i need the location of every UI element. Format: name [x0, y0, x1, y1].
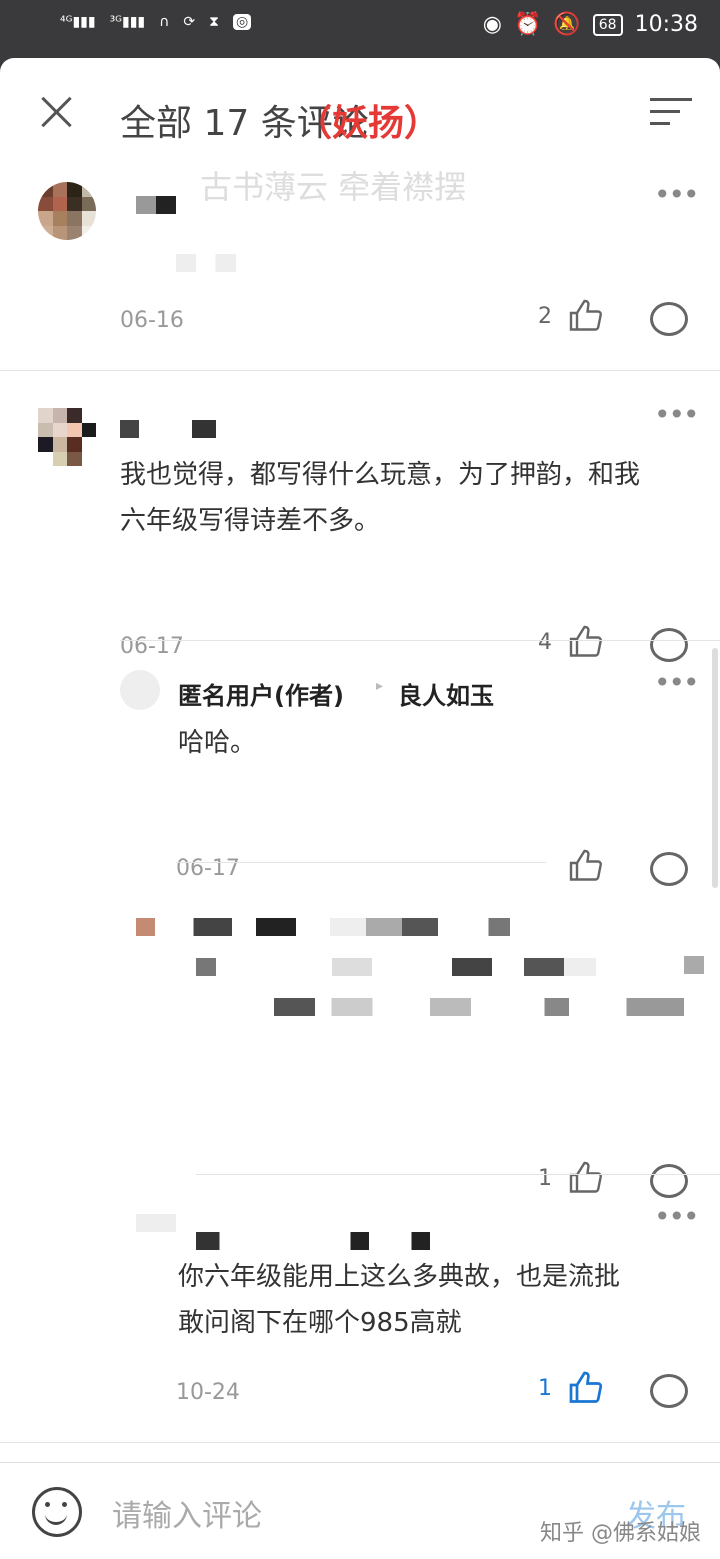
subtitle-overlay: 古书薄云 牵着襟摆 [200, 168, 467, 206]
hourglass-icon: ⧗ [209, 14, 219, 30]
close-icon[interactable] [36, 92, 76, 132]
status-bar: ⁴ᴳ▮▮▮ ³ᴳ▮▮▮ ∩ ⟳ ⧗ ◎ ◉ ⏰ 🔕 68 10:38 [0, 0, 720, 56]
divider [196, 1174, 720, 1175]
signal-icon: ⁴ᴳ▮▮▮ [60, 14, 96, 30]
like-count: 1 [538, 1376, 552, 1401]
avatar[interactable] [38, 182, 96, 240]
comment-text: 我也觉得，都写得什么玩意，为了押韵，和我 六年级写得诗差不多。 [120, 460, 641, 536]
avatar[interactable] [120, 670, 160, 710]
like-count: 4 [538, 630, 552, 655]
scrollbar[interactable] [712, 648, 718, 888]
sort-icon[interactable] [650, 98, 692, 128]
mute-icon: 🔕 [553, 12, 581, 37]
more-icon[interactable]: ••• [654, 1200, 700, 1233]
thumbs-up-icon[interactable] [568, 848, 604, 884]
redacted-name [120, 420, 216, 438]
app-icon: ◎ [232, 14, 252, 30]
clock: 10:38 [634, 12, 698, 37]
more-icon[interactable]: ••• [654, 178, 700, 211]
like-count: 2 [538, 304, 552, 329]
redacted-name [136, 196, 176, 214]
thumbs-up-icon[interactable] [568, 624, 604, 660]
reply-to-name[interactable]: 良人如玉 [398, 676, 494, 711]
redacted-text [196, 958, 596, 976]
redacted-avatar [136, 1214, 176, 1232]
reply-icon[interactable] [650, 1164, 688, 1198]
emoji-icon[interactable] [32, 1487, 82, 1537]
comment-date: 06-17 [120, 634, 184, 659]
reply-icon[interactable] [650, 302, 688, 336]
alarm-icon: ⏰ [513, 12, 542, 37]
avatar[interactable] [38, 408, 96, 466]
signal-3g-icon: ³ᴳ▮▮▮ [109, 14, 146, 30]
comment-date: 10-24 [176, 1380, 240, 1405]
redacted-name [136, 918, 296, 936]
status-left: ⁴ᴳ▮▮▮ ³ᴳ▮▮▮ ∩ ⟳ ⧗ ◎ [60, 14, 252, 30]
redacted-text [176, 254, 236, 272]
headset-icon: ∩ [159, 14, 170, 30]
thumbs-up-icon[interactable] [568, 1160, 604, 1196]
redacted-mark [684, 956, 704, 974]
more-icon[interactable]: ••• [654, 398, 700, 431]
comment-text: 哈哈。 [178, 728, 257, 758]
comment-text: 你六年级能用上这么多典故，也是流批 敢问阁下在哪个985高就 [178, 1262, 621, 1338]
comment-date: 06-16 [120, 308, 184, 333]
redacted-name [196, 1232, 430, 1250]
sheet-header: 全部 17 条评论 （妖扬） 古书薄云 牵着襟摆 [0, 58, 720, 206]
reply-icon[interactable] [650, 1374, 688, 1408]
comments-sheet: 全部 17 条评论 （妖扬） 古书薄云 牵着襟摆 ••• 06-16 2 •••… [0, 58, 720, 1559]
divider [120, 640, 720, 641]
like-count: 1 [538, 1166, 552, 1191]
thumbs-up-icon-active[interactable] [568, 1370, 604, 1406]
more-icon[interactable]: ••• [654, 666, 700, 699]
divider [0, 370, 720, 371]
comment-input[interactable]: 请输入评论 [112, 1491, 262, 1535]
status-right: ◉ ⏰ 🔕 68 10:38 [483, 12, 698, 37]
eye-icon: ◉ [482, 12, 502, 37]
redacted-text [274, 998, 684, 1016]
divider [0, 1442, 720, 1443]
reply-arrow-icon: ▸ [376, 678, 384, 694]
author-name[interactable]: 匿名用户(作者) [178, 676, 344, 711]
redacted-name [330, 918, 510, 936]
comment-input-bar: 请输入评论 发布 知乎 @佛系姑娘 [0, 1462, 720, 1559]
reply-icon[interactable] [650, 628, 688, 662]
reply-icon[interactable] [650, 852, 688, 886]
divider [176, 862, 546, 863]
thumbs-up-icon[interactable] [568, 298, 604, 334]
sync-icon: ⟳ [183, 14, 196, 30]
title-overlay: （妖扬） [296, 103, 441, 144]
comment-date: 06-17 [176, 856, 240, 881]
battery-icon: 68 [592, 13, 623, 36]
watermark: 知乎 @佛系姑娘 [540, 1521, 701, 1546]
